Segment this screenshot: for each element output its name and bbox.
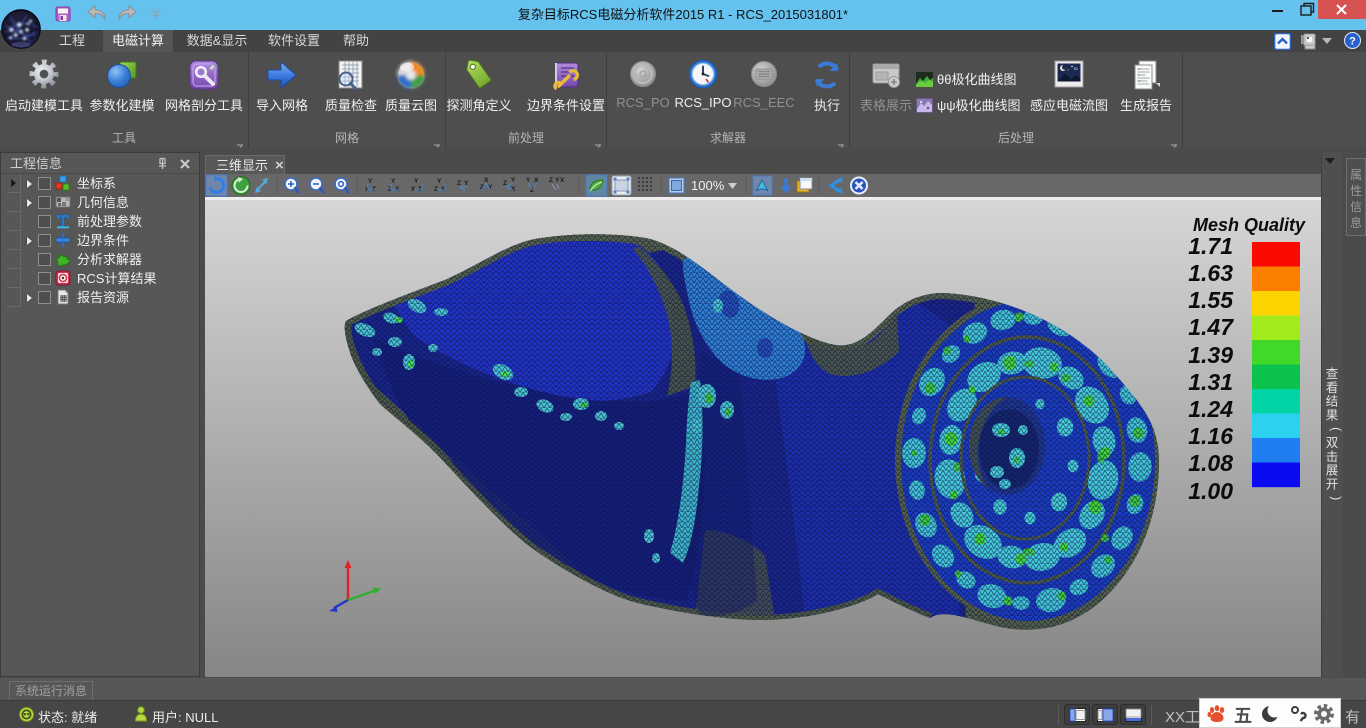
svg-text:1.00: 1.00 xyxy=(1188,478,1233,504)
svg-text:双: 双 xyxy=(1326,436,1339,450)
svg-text:(: ( xyxy=(1329,427,1343,432)
svg-text:1.55: 1.55 xyxy=(1188,287,1234,313)
svg-text:开: 开 xyxy=(1326,477,1339,491)
svg-text:Z: Z xyxy=(457,180,461,187)
svg-text:Z: Z xyxy=(549,177,553,184)
svg-text:击: 击 xyxy=(1326,450,1339,464)
svg-text:信: 信 xyxy=(1350,200,1362,214)
svg-text:X: X xyxy=(560,177,565,184)
svg-text:1.08: 1.08 xyxy=(1188,450,1233,476)
svg-text:Y: Y xyxy=(437,178,442,185)
svg-text:Y: Y xyxy=(464,180,469,187)
svg-text:属: 属 xyxy=(1350,168,1362,182)
svg-text:1.63: 1.63 xyxy=(1188,260,1233,286)
svg-text:结: 结 xyxy=(1326,395,1339,409)
svg-text:果: 果 xyxy=(1326,408,1339,422)
svg-text:Y: Y xyxy=(368,178,373,185)
svg-text:?: ? xyxy=(1349,36,1356,48)
svg-text:): ) xyxy=(1329,496,1343,500)
svg-text:1.71: 1.71 xyxy=(1188,233,1233,259)
svg-text:查: 查 xyxy=(1326,367,1339,381)
svg-text:性: 性 xyxy=(1350,184,1362,198)
svg-text:展: 展 xyxy=(1326,464,1339,478)
svg-text:1.47: 1.47 xyxy=(1188,314,1234,340)
svg-text:Z: Z xyxy=(503,180,507,187)
svg-text:Y: Y xyxy=(391,178,396,185)
svg-text:1.16: 1.16 xyxy=(1188,423,1233,449)
svg-text:100%: 100% xyxy=(691,178,725,193)
svg-text:Y: Y xyxy=(511,177,516,184)
svg-text:1.24: 1.24 xyxy=(1188,396,1233,422)
svg-text:1.31: 1.31 xyxy=(1188,369,1233,395)
svg-text:息: 息 xyxy=(1350,215,1362,230)
svg-text:看: 看 xyxy=(1326,381,1339,395)
svg-text:Y: Y xyxy=(414,178,419,185)
svg-text:Mesh Quality: Mesh Quality xyxy=(1193,215,1306,235)
svg-text:1.39: 1.39 xyxy=(1188,342,1233,368)
